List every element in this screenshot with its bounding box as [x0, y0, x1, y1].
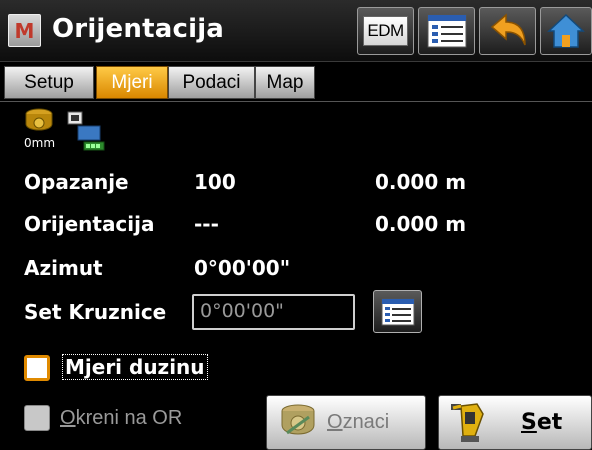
set-button[interactable]: Set [438, 395, 592, 450]
orijentacija-label: Orijentacija [24, 212, 155, 236]
total-station-icon [451, 402, 484, 442]
oznaci-label: Oznaci [327, 411, 389, 434]
okreni-na-or-text: kreni na OR [75, 407, 183, 429]
app-logo-icon[interactable]: M [8, 14, 41, 47]
okreni-na-or-label[interactable]: Okreni na OR [60, 407, 182, 430]
home-icon [547, 13, 585, 48]
title-bar: M Orijentacija EDM [0, 0, 592, 62]
opazanje-value: 100 [194, 170, 236, 194]
back-arrow-icon [490, 13, 526, 46]
set-kruznice-list-button[interactable] [373, 290, 422, 333]
prism-target-icon [281, 404, 315, 434]
prism-height-label: 0mm [24, 136, 56, 150]
opazanje-label: Opazanje [24, 170, 129, 194]
status-area: 0mm [24, 108, 124, 156]
window-title: Orijentacija [52, 14, 225, 44]
azimut-label: Azimut [24, 256, 103, 280]
okreni-na-or-mnemonic: O [60, 407, 76, 429]
tab-mjeri[interactable]: Mjeri [96, 66, 168, 99]
azimut-value: 0°00'00" [194, 256, 291, 280]
list-button[interactable] [418, 7, 475, 55]
set-kruznice-input[interactable]: 0°00'00" [192, 294, 355, 330]
prism-icon[interactable] [24, 108, 54, 138]
set-text: et [536, 410, 563, 435]
oznaci-button[interactable]: Oznaci [266, 395, 426, 450]
home-button[interactable] [540, 7, 592, 55]
tab-setup[interactable]: Setup [4, 66, 94, 99]
tab-podaci[interactable]: Podaci [168, 66, 255, 99]
oznaci-mnemonic: O [327, 411, 343, 433]
opazanje-distance: 0.000 m [375, 170, 467, 194]
instrument-battery-icon[interactable] [64, 110, 108, 154]
list-icon [427, 14, 466, 48]
orijentacija-value: --- [194, 212, 219, 236]
oznaci-text: znaci [342, 411, 390, 433]
mjeri-duzinu-label[interactable]: Mjeri duzinu [62, 354, 208, 380]
edm-label: EDM [363, 16, 408, 46]
okreni-na-or-checkbox[interactable] [24, 405, 50, 431]
app-logo-letter: M [14, 18, 35, 43]
tab-bar: Setup Mjeri Podaci Map [0, 62, 592, 102]
mjeri-duzinu-checkbox[interactable] [24, 355, 50, 381]
set-mnemonic: S [521, 410, 537, 435]
back-button[interactable] [479, 7, 536, 55]
edm-button[interactable]: EDM [357, 7, 414, 55]
orijentacija-distance: 0.000 m [375, 212, 467, 236]
set-label: Set [521, 410, 562, 435]
list-icon [381, 298, 414, 325]
tab-map[interactable]: Map [255, 66, 315, 99]
set-kruznice-label: Set Kruznice [24, 300, 167, 324]
